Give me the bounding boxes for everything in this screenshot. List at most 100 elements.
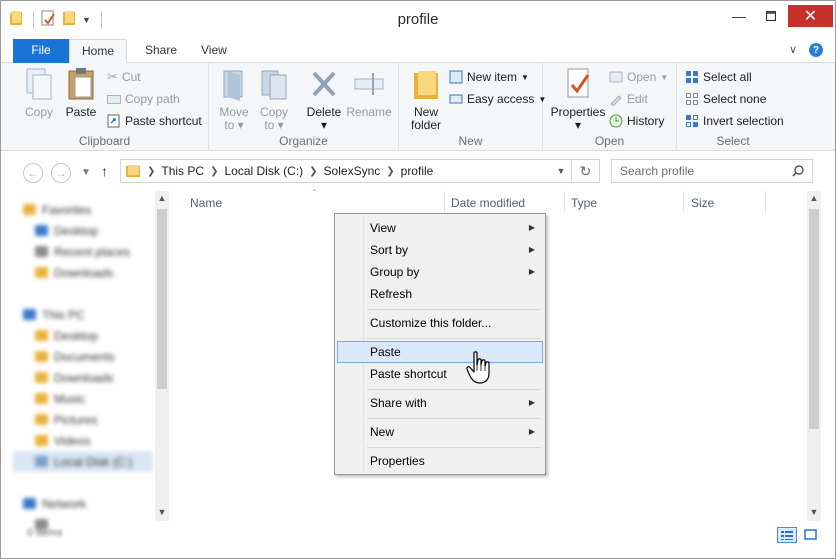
nav-item[interactable]: This PC <box>23 304 153 325</box>
file-list-scroll-thumb[interactable] <box>809 209 819 429</box>
nav-item[interactable]: Desktop <box>23 325 153 346</box>
column-divider[interactable] <box>564 191 565 213</box>
chevron-right-icon[interactable]: ❯ <box>210 166 218 177</box>
nav-item[interactable] <box>23 472 153 493</box>
paste-shortcut-button[interactable]: Paste shortcut <box>107 111 202 131</box>
nav-item[interactable]: Desktop <box>23 220 153 241</box>
refresh-button[interactable]: ↻ <box>572 159 600 183</box>
address-dropdown-icon[interactable]: ▼ <box>550 159 572 183</box>
easy-access-button[interactable]: Easy access ▼ <box>449 89 546 109</box>
tab-share[interactable]: Share <box>131 39 191 63</box>
maximize-button[interactable] <box>756 1 786 31</box>
expand-ribbon-icon[interactable]: ∨ <box>789 43 797 57</box>
copy-button[interactable]: Copy <box>21 67 57 119</box>
cut-button[interactable]: ✂ Cut <box>107 67 141 87</box>
recent-locations-icon[interactable]: ▼ <box>81 167 91 178</box>
breadcrumb-local-disk[interactable]: Local Disk (C:) <box>224 164 303 178</box>
back-button[interactable]: ← <box>23 163 43 183</box>
explorer-window: ▼ profile — ✕ File Home Share View ∨ ? C… <box>0 0 836 559</box>
clipboard-group: Copy Paste ✂ Cut Copy path Paste shortcu… <box>1 63 209 151</box>
copy-path-button[interactable]: Copy path <box>107 89 180 109</box>
large-icons-view-icon[interactable] <box>801 527 821 543</box>
nav-item-label: Videos <box>54 433 91 448</box>
menu-item-share-with[interactable]: Share with ▶ <box>337 392 543 414</box>
column-header-date-modified[interactable]: Date modified <box>451 196 525 210</box>
nav-item[interactable]: Recent places <box>23 241 153 262</box>
select-all-button[interactable]: Select all <box>685 67 752 87</box>
tab-file[interactable]: File <box>13 39 69 63</box>
breadcrumb-this-pc[interactable]: This PC <box>161 164 204 178</box>
tab-view[interactable]: View <box>187 39 241 63</box>
scroll-up-icon[interactable]: ▲ <box>807 193 821 203</box>
new-item-button[interactable]: New item ▼ <box>449 67 529 87</box>
menu-item-paste-shortcut[interactable]: Paste shortcut <box>337 363 543 385</box>
menu-item-sort-by[interactable]: Sort by ▶ <box>337 239 543 261</box>
forward-button[interactable]: → <box>51 163 71 183</box>
select-none-button[interactable]: Select none <box>685 89 766 109</box>
search-input[interactable]: Search profile <box>620 164 694 178</box>
nav-scrollbar[interactable]: ▲ ▼ <box>155 191 169 521</box>
nav-item[interactable]: Documents <box>23 346 153 367</box>
search-box[interactable]: Search profile <box>611 159 813 183</box>
nav-item[interactable]: Favorites <box>23 199 153 220</box>
menu-item-refresh[interactable]: Refresh <box>337 283 543 305</box>
nav-item-label: Downloads <box>54 265 114 280</box>
column-header-name[interactable]: Name <box>190 196 222 210</box>
breadcrumb-profile[interactable]: profile <box>401 164 434 178</box>
column-divider[interactable] <box>765 191 766 213</box>
move-to-icon <box>223 70 243 101</box>
rename-button[interactable]: Rename <box>346 67 392 119</box>
easy-access-icon <box>449 94 463 104</box>
menu-item-view[interactable]: View ▶ <box>337 217 543 239</box>
tab-home[interactable]: Home <box>69 39 127 64</box>
chevron-right-icon[interactable]: ❯ <box>147 166 155 177</box>
move-to-button[interactable]: Move to ▾ <box>217 67 251 132</box>
nav-item[interactable] <box>23 283 153 304</box>
open-button[interactable]: Open ▼ <box>609 67 668 87</box>
up-button[interactable]: ↑ <box>101 163 108 179</box>
nav-item[interactable]: Music <box>23 388 153 409</box>
nav-item[interactable]: Pictures <box>23 409 153 430</box>
scroll-down-icon[interactable]: ▼ <box>807 507 821 517</box>
nav-item[interactable]: Downloads <box>23 262 153 283</box>
new-folder-button[interactable]: New folder <box>407 67 445 132</box>
column-divider[interactable] <box>683 191 684 213</box>
copy-to-button[interactable]: Copy to ▾ <box>257 67 291 132</box>
invert-selection-icon <box>686 115 698 127</box>
invert-selection-button[interactable]: Invert selection <box>685 111 784 131</box>
column-divider[interactable] <box>444 191 445 213</box>
menu-item-properties[interactable]: Properties <box>337 450 543 472</box>
properties-button[interactable]: Properties ▾ <box>549 67 607 132</box>
edit-button[interactable]: Edit <box>609 89 648 109</box>
help-icon[interactable]: ? <box>809 43 823 57</box>
file-list-scrollbar[interactable]: ▲ ▼ <box>807 191 821 521</box>
nav-item-icon <box>23 477 36 488</box>
minimize-button[interactable]: — <box>724 1 754 31</box>
chevron-right-icon[interactable]: ❯ <box>309 166 317 177</box>
delete-button[interactable]: Delete ▾ <box>305 67 343 132</box>
nav-scroll-thumb[interactable] <box>157 209 167 389</box>
menu-item-new[interactable]: New ▶ <box>337 421 543 443</box>
close-button[interactable]: ✕ <box>788 5 833 27</box>
nav-item[interactable]: Network <box>23 493 153 514</box>
menu-item-customize-folder[interactable]: Customize this folder... <box>337 312 543 334</box>
scroll-down-icon[interactable]: ▼ <box>155 507 169 517</box>
address-bar[interactable]: ❯ This PC ❯ Local Disk (C:) ❯ SolexSync … <box>120 159 572 183</box>
column-header-size[interactable]: Size <box>691 196 714 210</box>
nav-item-icon <box>35 246 48 257</box>
scroll-up-icon[interactable]: ▲ <box>155 193 169 203</box>
details-view-icon[interactable] <box>777 527 797 543</box>
menu-item-group-by[interactable]: Group by ▶ <box>337 261 543 283</box>
paste-button[interactable]: Paste <box>63 67 99 119</box>
nav-item[interactable]: Local Disk (C:) <box>13 451 153 472</box>
history-button[interactable]: History <box>609 111 664 131</box>
menu-item-paste[interactable]: Paste <box>337 341 543 363</box>
new-group: New folder New item ▼ Easy access ▼ New <box>399 63 546 151</box>
nav-item[interactable]: Downloads <box>23 367 153 388</box>
open-group: Properties ▾ Open ▼ Edit History Open <box>543 63 677 151</box>
chevron-right-icon[interactable]: ❯ <box>386 166 394 177</box>
nav-item[interactable]: Videos <box>23 430 153 451</box>
column-header-type[interactable]: Type <box>571 196 597 210</box>
status-bar-text: 0 items <box>27 527 63 539</box>
breadcrumb-solexsync[interactable]: SolexSync <box>324 164 381 178</box>
